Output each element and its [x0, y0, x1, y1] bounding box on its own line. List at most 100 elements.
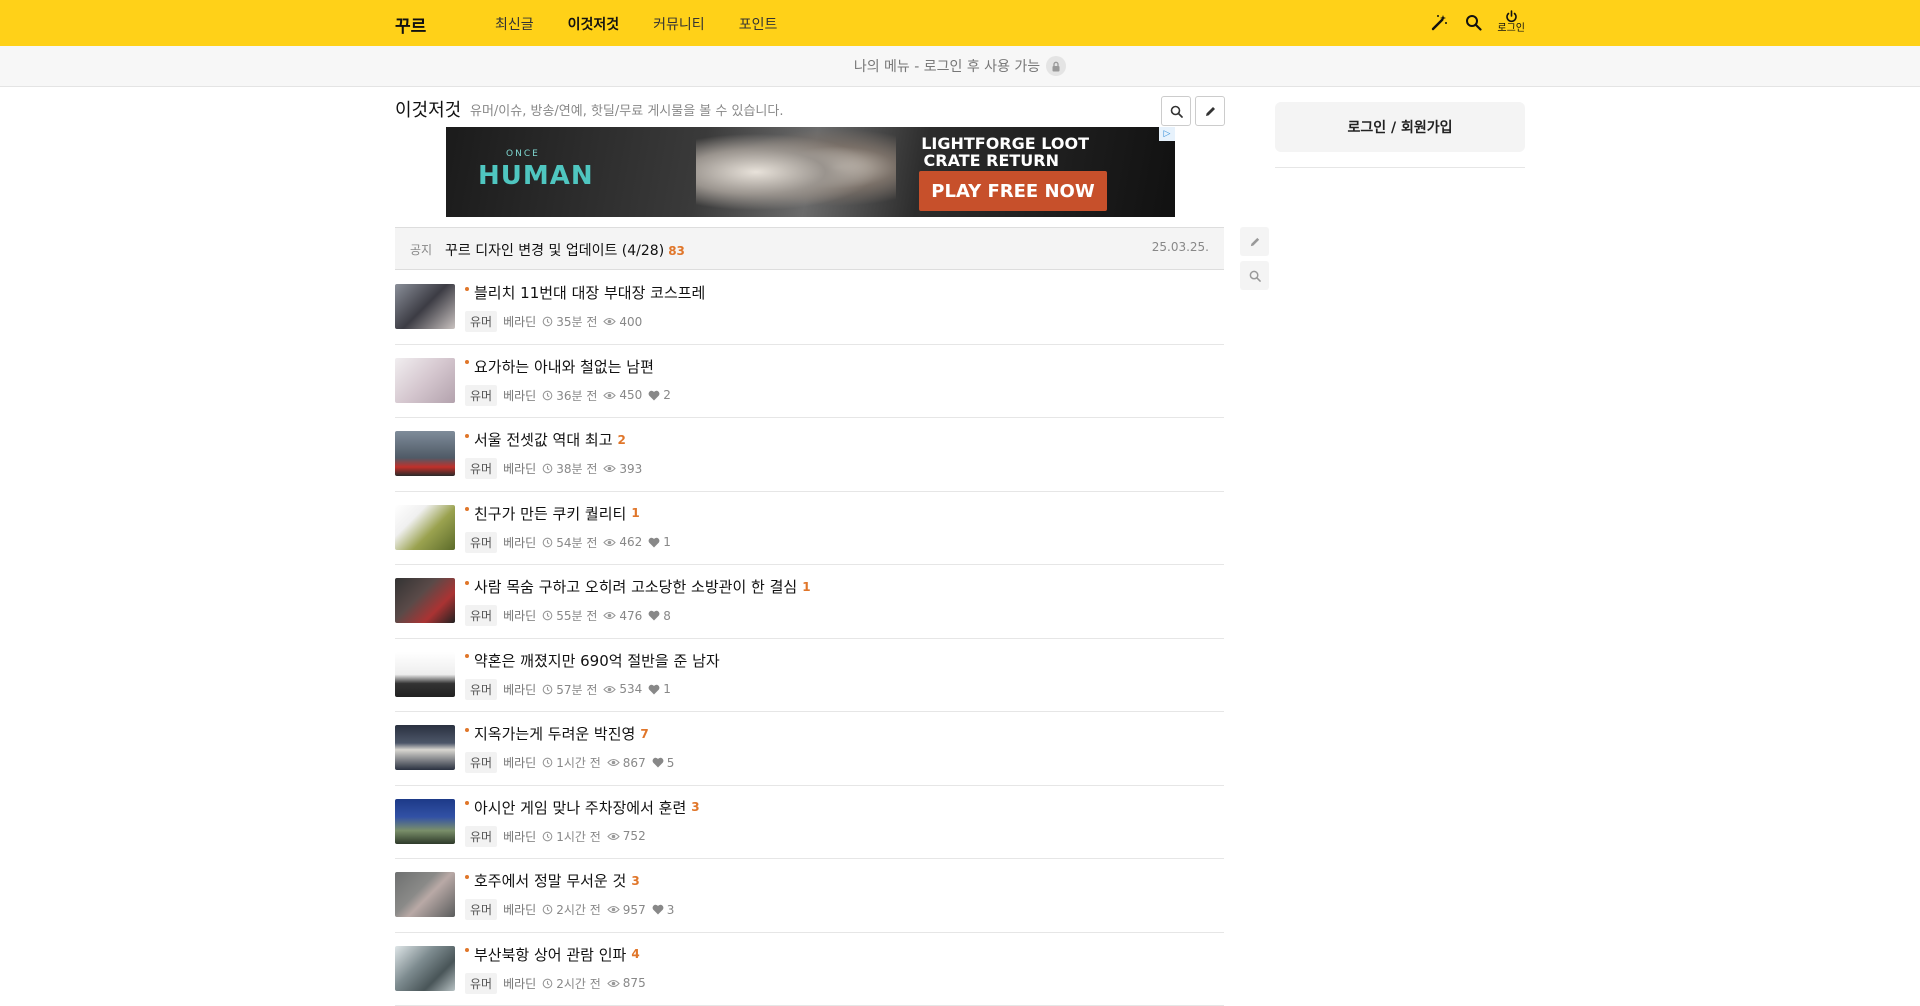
notice-row[interactable]: 공지 꾸르 디자인 변경 및 업데이트 (4/28)83 25.03.25. [395, 227, 1224, 270]
main-nav: 최신글 이것저것 커뮤니티 포인트 [495, 14, 777, 34]
post-author[interactable]: 베라딘 [503, 607, 536, 624]
post-title[interactable]: 부산북항 상어 관람 인파 [474, 944, 626, 965]
post-category[interactable]: 유머 [465, 973, 497, 994]
post-category[interactable]: 유머 [465, 899, 497, 920]
top-header: 꾸르 최신글 이것저것 커뮤니티 포인트 로그인 [0, 0, 1920, 46]
ad-play-button[interactable]: PLAY FREE NOW [919, 171, 1107, 211]
list-item[interactable]: 부산북항 상어 관람 인파 4 유머 베라딘 2시간 전 875 [395, 933, 1224, 1006]
post-time: 38분 전 [542, 460, 597, 477]
post-title[interactable]: 요가하는 아내와 철없는 남편 [474, 356, 654, 377]
list-item[interactable]: 약혼은 깨졌지만 690억 절반을 준 남자 유머 베라딘 57분 전 534 … [395, 639, 1224, 713]
post-author[interactable]: 베라딘 [503, 681, 536, 698]
post-category[interactable]: 유머 [465, 385, 497, 406]
post-likes-text: 1 [663, 682, 671, 696]
board-write-button[interactable] [1195, 96, 1225, 126]
post-author[interactable]: 베라딘 [503, 387, 536, 404]
list-item[interactable]: 아시안 게임 맞나 주차장에서 훈련 3 유머 베라딘 1시간 전 752 [395, 786, 1224, 860]
post-thumbnail[interactable] [395, 652, 455, 697]
post-meta: 유머 베라딘 35분 전 400 [465, 311, 642, 332]
login-top-button[interactable]: 로그인 [1497, 10, 1525, 34]
new-dot-icon [465, 287, 469, 291]
nav-item-misc[interactable]: 이것저것 [568, 14, 620, 34]
ad-brand-big: HUMAN [478, 161, 594, 191]
clock-icon [542, 610, 553, 621]
post-thumbnail[interactable] [395, 431, 455, 476]
post-meta: 유머 베라딘 1시간 전 867 5 [465, 752, 674, 773]
new-dot-icon [465, 875, 469, 879]
post-category[interactable]: 유머 [465, 532, 497, 553]
post-thumbnail[interactable] [395, 946, 455, 991]
list-item[interactable]: 요가하는 아내와 철없는 남편 유머 베라딘 36분 전 450 2 [395, 345, 1224, 419]
post-thumbnail[interactable] [395, 725, 455, 770]
post-likes-text: 3 [667, 903, 675, 917]
list-item[interactable]: 블리치 11번대 대장 부대장 코스프레 유머 베라딘 35분 전 400 [395, 271, 1224, 345]
post-thumbnail[interactable] [395, 578, 455, 623]
nav-item-points[interactable]: 포인트 [739, 14, 778, 34]
list-item[interactable]: 호주에서 정말 무서운 것 3 유머 베라딘 2시간 전 957 3 [395, 859, 1224, 933]
post-title[interactable]: 지옥가는게 두려운 박진영 [474, 723, 635, 744]
clock-icon [542, 537, 553, 548]
post-title[interactable]: 사람 목숨 구하고 오히려 고소당한 소방관이 한 결심 [474, 576, 797, 597]
new-dot-icon [465, 948, 469, 952]
post-likes: 3 [652, 903, 675, 917]
list-item[interactable]: 사람 목숨 구하고 오히려 고소당한 소방관이 한 결심 1 유머 베라딘 55… [395, 565, 1224, 639]
side-write-button[interactable] [1240, 227, 1269, 256]
nav-item-community[interactable]: 커뮤니티 [653, 14, 705, 34]
side-search-button[interactable] [1240, 261, 1269, 290]
post-category[interactable]: 유머 [465, 458, 497, 479]
post-thumbnail[interactable] [395, 505, 455, 550]
post-title[interactable]: 약혼은 깨졌지만 690억 절반을 준 남자 [474, 650, 720, 671]
nav-item-latest[interactable]: 최신글 [495, 14, 534, 34]
post-views-text: 752 [623, 829, 646, 843]
post-time-text: 1시간 전 [556, 754, 601, 771]
post-author[interactable]: 베라딘 [503, 534, 536, 551]
list-item[interactable]: 서울 전셋값 역대 최고 2 유머 베라딘 38분 전 393 [395, 418, 1224, 492]
post-title-line: 지옥가는게 두려운 박진영 7 [465, 723, 649, 744]
notice-title[interactable]: 꾸르 디자인 변경 및 업데이트 (4/28)83 [445, 240, 685, 260]
search-icon[interactable] [1463, 12, 1483, 32]
post-category[interactable]: 유머 [465, 752, 497, 773]
post-views-text: 957 [623, 903, 646, 917]
post-views: 400 [603, 315, 642, 329]
post-author[interactable]: 베라딘 [503, 828, 536, 845]
post-title[interactable]: 친구가 만든 쿠키 퀄리티 [474, 503, 626, 524]
post-author[interactable]: 베라딘 [503, 975, 536, 992]
post-likes-text: 2 [663, 388, 671, 402]
post-category[interactable]: 유머 [465, 605, 497, 626]
post-views-text: 534 [619, 682, 642, 696]
ad-banner[interactable]: ONCE HUMAN LIGHTFORGE LOOT CRATE RETURN … [446, 127, 1175, 217]
post-author[interactable]: 베라딘 [503, 460, 536, 477]
post-author[interactable]: 베라딘 [503, 901, 536, 918]
post-time-text: 2시간 전 [556, 975, 601, 992]
post-title[interactable]: 서울 전셋값 역대 최고 [474, 429, 613, 450]
header-actions: 로그인 [1429, 10, 1525, 34]
pencil-icon [1204, 105, 1217, 118]
post-comment-count: 1 [802, 580, 810, 594]
post-time: 36분 전 [542, 387, 597, 404]
post-title-line: 호주에서 정말 무서운 것 3 [465, 870, 640, 891]
site-logo[interactable]: 꾸르 [395, 12, 426, 37]
eye-icon [607, 978, 620, 989]
post-thumbnail[interactable] [395, 284, 455, 329]
post-title-line: 친구가 만든 쿠키 퀄리티 1 [465, 503, 640, 524]
list-item[interactable]: 지옥가는게 두려운 박진영 7 유머 베라딘 1시간 전 867 5 [395, 712, 1224, 786]
post-category[interactable]: 유머 [465, 826, 497, 847]
post-thumbnail[interactable] [395, 799, 455, 844]
post-thumbnail[interactable] [395, 872, 455, 917]
post-title[interactable]: 블리치 11번대 대장 부대장 코스프레 [474, 282, 705, 303]
post-thumbnail[interactable] [395, 358, 455, 403]
board-search-button[interactable] [1161, 96, 1191, 126]
list-item[interactable]: 친구가 만든 쿠키 퀄리티 1 유머 베라딘 54분 전 462 1 [395, 492, 1224, 566]
magic-wand-icon[interactable] [1429, 12, 1449, 32]
post-category[interactable]: 유머 [465, 679, 497, 700]
post-time-text: 36분 전 [556, 387, 597, 404]
adchoices-icon[interactable]: ▷ [1159, 127, 1175, 141]
eye-icon [607, 904, 620, 915]
post-category[interactable]: 유머 [465, 311, 497, 332]
post-views: 462 [603, 535, 642, 549]
login-signup-button[interactable]: 로그인 / 회원가입 [1275, 102, 1525, 152]
post-author[interactable]: 베라딘 [503, 754, 536, 771]
post-author[interactable]: 베라딘 [503, 313, 536, 330]
post-title[interactable]: 호주에서 정말 무서운 것 [474, 870, 626, 891]
post-title[interactable]: 아시안 게임 맞나 주차장에서 훈련 [474, 797, 686, 818]
